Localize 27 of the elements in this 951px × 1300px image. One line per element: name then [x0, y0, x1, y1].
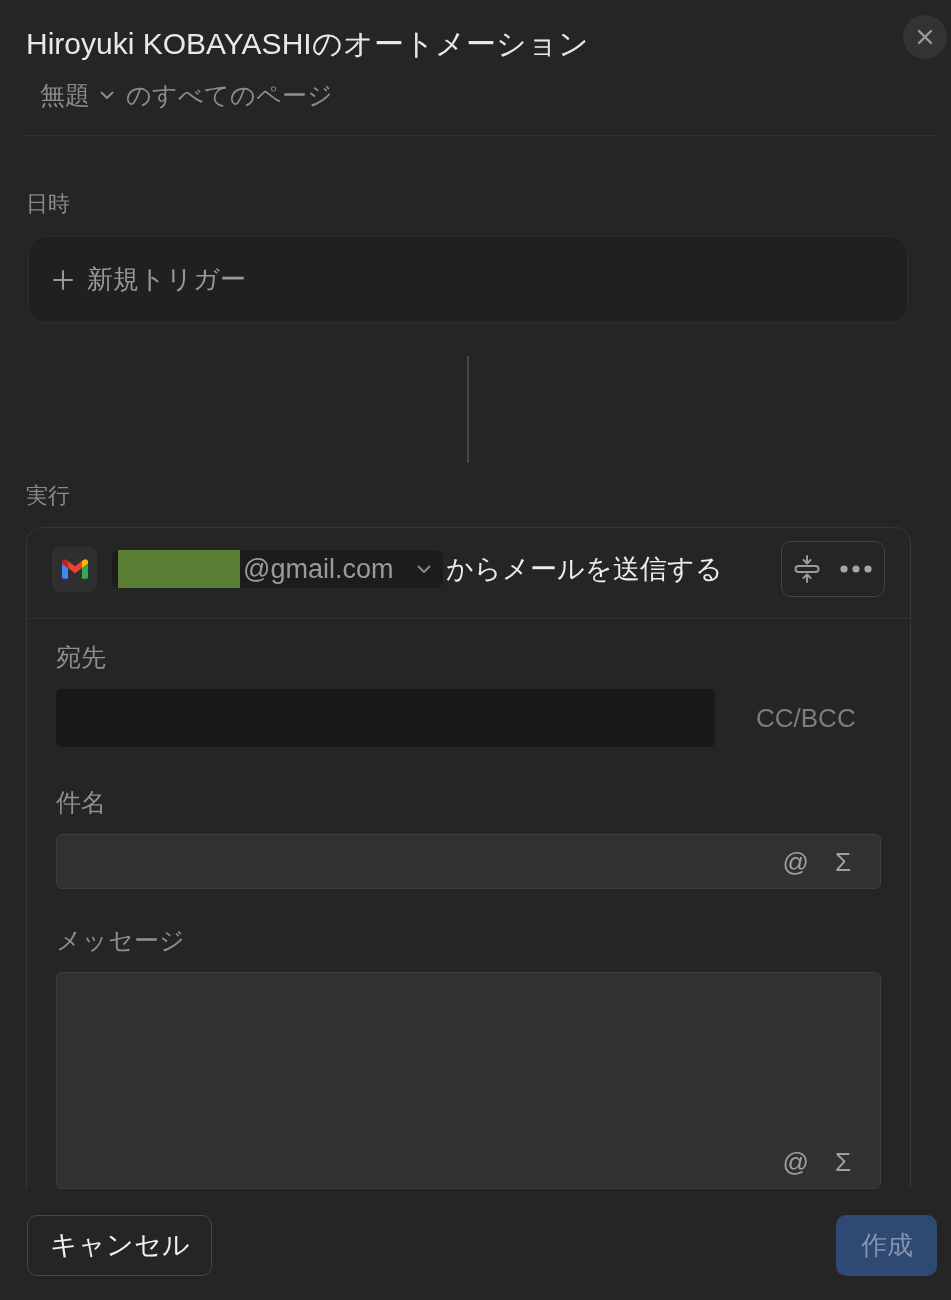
field-label: メッセージ	[56, 926, 185, 954]
message-field[interactable]: @ Σ	[56, 972, 881, 1189]
database-dropdown[interactable]: 無題	[40, 77, 114, 113]
action-description: からメールを送信する	[446, 552, 723, 586]
field-label: 宛先	[56, 643, 106, 671]
section-label: 実行	[26, 483, 70, 508]
collapse-icon[interactable]	[794, 555, 820, 583]
more-icon[interactable]	[840, 565, 872, 573]
sigma-button[interactable]: Σ	[834, 1145, 851, 1179]
close-button[interactable]	[903, 15, 947, 59]
dialog-title: Hiroyuki KOBAYASHIのオートメーション	[26, 26, 589, 62]
field-label: 件名	[56, 788, 106, 816]
plus-icon[interactable]	[53, 269, 73, 290]
scope-text: のすべてのページ	[126, 80, 333, 111]
subject-field[interactable]: @ Σ	[56, 834, 881, 889]
section-label: 日時	[26, 191, 70, 216]
close-icon[interactable]	[917, 29, 933, 45]
cc-bcc-button[interactable]: CC/BCC	[756, 698, 856, 738]
add-trigger-button[interactable]: 新規トリガー	[28, 236, 908, 323]
at-sign-button[interactable]: @	[782, 844, 809, 879]
mail-logo-icon	[52, 546, 97, 592]
cancel-button[interactable]: キャンセル	[27, 1215, 212, 1276]
chevron-down-icon[interactable]	[417, 564, 431, 574]
at-sign-button[interactable]: @	[782, 1145, 809, 1179]
sigma-button[interactable]: Σ	[834, 844, 851, 879]
account-dropdown[interactable]: @gmail.com	[112, 550, 443, 588]
chevron-down-icon[interactable]	[100, 90, 114, 100]
